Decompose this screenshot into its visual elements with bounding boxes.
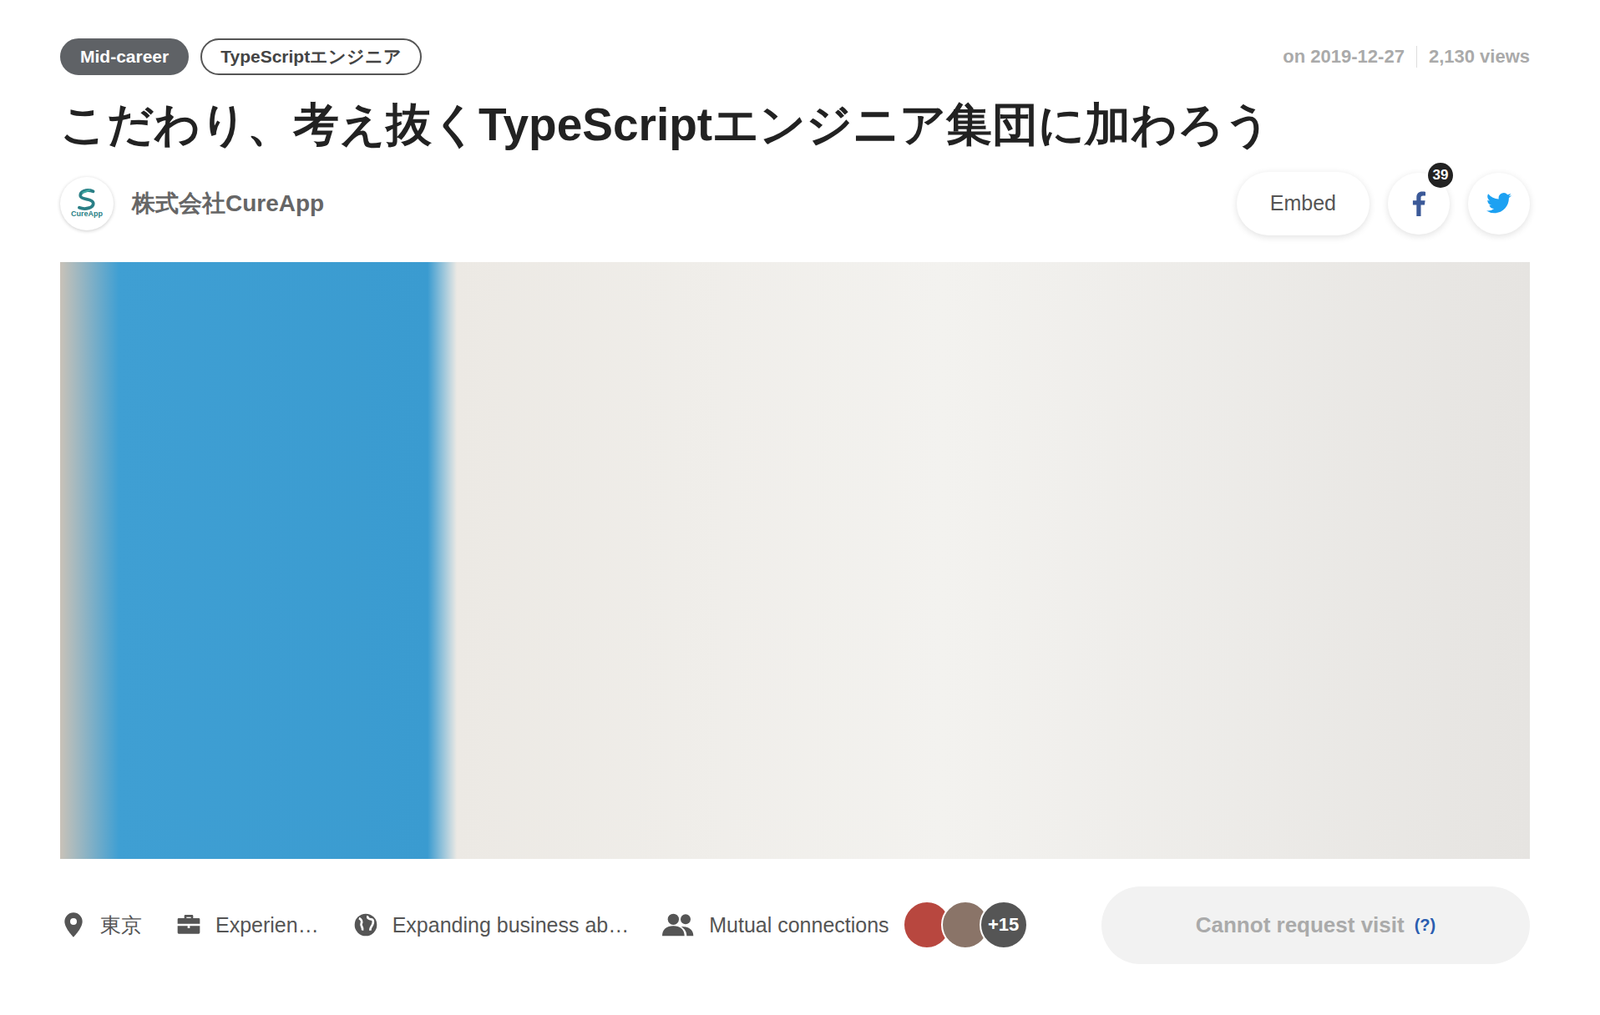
mutual-label: Mutual connections [708,913,889,938]
embed-button[interactable]: Embed [1236,172,1370,236]
tag[interactable]: TypeScriptエンジニア [200,38,422,76]
more-count[interactable]: +15 [979,901,1028,950]
share-count-badge: 39 [1426,161,1455,190]
company-logo[interactable]: CureApp [60,177,114,231]
job-post-page: Mid-career TypeScriptエンジニア on 2019-12-27 … [0,0,1530,965]
detail-item: Expanding business ab… [352,911,630,939]
twitter-share-button[interactable] [1468,172,1530,235]
meta-separator [1416,45,1418,68]
visit-label: Cannot request visit [1195,912,1405,939]
info-bar: 東京 Experien… Expanding business ab… Mutu… [60,886,1530,965]
tag-list: Mid-career TypeScriptエンジニア [60,38,422,76]
briefcase-icon [175,911,203,939]
view-count: 2,130 views [1428,45,1530,68]
share-buttons: Embed 39 [1236,172,1530,236]
location-pin-icon [60,911,87,939]
detail-label: Expanding business ab… [392,913,630,938]
post-title: こだわり、考え抜くTypeScriptエンジニア集団に加わろう [60,95,1530,156]
people-icon [662,911,696,939]
post-meta: on 2019-12-27 2,130 views [1282,45,1530,68]
facebook-icon [1412,191,1426,217]
team-photo [60,262,1530,860]
detail-label: 東京 [100,911,142,940]
company-link[interactable]: CureApp 株式会社CureApp [60,177,325,231]
mutual-connections[interactable]: Mutual connections +15 [662,901,1028,950]
detail-item: 東京 [60,911,142,940]
tag[interactable]: Mid-career [60,38,189,76]
request-visit-button[interactable]: Cannot request visit (?) [1101,886,1530,965]
company-row: CureApp 株式会社CureApp Embed 39 [60,172,1530,236]
avatar-stack: +15 [902,901,1028,950]
globe-icon [352,911,380,939]
twitter-icon [1486,192,1512,214]
logo-text: CureApp [70,210,103,219]
header-row: Mid-career TypeScriptエンジニア on 2019-12-27 … [60,38,1530,76]
help-link[interactable]: (?) [1414,916,1437,936]
post-date: on 2019-12-27 [1282,45,1405,68]
detail-item: Experien… [175,911,319,939]
detail-label: Experien… [215,913,319,938]
cureapp-logo-icon [74,188,100,211]
facebook-share-button[interactable]: 39 [1387,172,1450,235]
company-name[interactable]: 株式会社CureApp [131,187,325,220]
